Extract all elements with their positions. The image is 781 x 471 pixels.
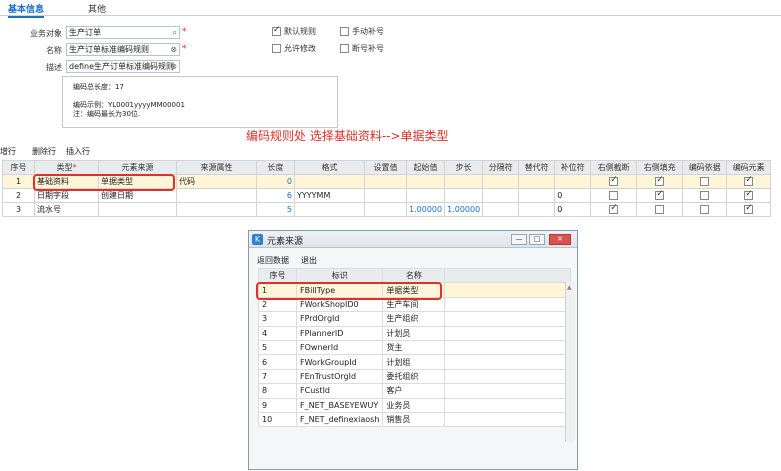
- right-fill-checkbox[interactable]: [655, 205, 665, 214]
- dialog-scrollbar[interactable]: ▲: [565, 282, 575, 442]
- default-rule-checkbox[interactable]: [272, 25, 281, 36]
- dialog-title: 元素来源: [267, 237, 304, 247]
- default-rule-option[interactable]: 默认规则: [272, 25, 316, 37]
- tab-other[interactable]: 其他: [88, 2, 106, 15]
- code-note: 注：编码最长为30位.: [73, 110, 141, 118]
- delete-row-button[interactable]: 删除行: [32, 146, 56, 157]
- allow-modify-checkbox[interactable]: [272, 44, 281, 53]
- minimize-icon[interactable]: —: [511, 234, 527, 245]
- scroll-up-icon[interactable]: ▲: [567, 284, 572, 291]
- header-element: 编码元素: [726, 160, 772, 175]
- list-item[interactable]: 7 FEnTrustOrgId 委托组织: [258, 368, 572, 385]
- tab-bar: 基本信息 其他: [0, 0, 781, 18]
- element-checkbox[interactable]: [744, 204, 754, 214]
- code-example: 编码示例：YL0001yyyyMM00001: [73, 101, 185, 109]
- language-icon[interactable]: ⊗: [170, 61, 177, 72]
- dialog-header-row: 序号 标识 名称: [258, 267, 572, 284]
- header-start: 起始值: [405, 160, 446, 175]
- grid-header-row: 序号 类型* 元素来源 来源属性 长度 格式 设置值 起始值 步长 分隔符 替代…: [2, 160, 772, 175]
- required-mark: *: [182, 27, 187, 37]
- desc-field[interactable]: define生产订单标准编码规则 ⊗: [66, 60, 180, 73]
- code-info-box: 编码总长度：17 编码示例：YL0001yyyyMM00001 注：编码最长为3…: [62, 76, 338, 128]
- list-item[interactable]: 8 FCustId 客户: [258, 383, 572, 399]
- language-icon[interactable]: ⊗: [170, 44, 177, 55]
- header-separator: 分隔符: [482, 160, 520, 175]
- list-item[interactable]: 4 FPlannerID 计划员: [258, 325, 572, 341]
- header-basis: 编码依据: [682, 160, 728, 175]
- dialog-header-id: 标识: [295, 267, 384, 284]
- app-icon: K: [252, 234, 263, 245]
- allow-modify-option[interactable]: 允许修改: [272, 43, 316, 54]
- highlight-box: [256, 282, 442, 300]
- return-data-button[interactable]: 返回数据: [257, 255, 289, 266]
- header-source: 元素来源: [98, 160, 177, 175]
- auto-fill-checkbox[interactable]: [340, 44, 349, 53]
- object-field[interactable]: 生产订单 ⌕: [66, 26, 180, 39]
- add-row-button[interactable]: 新增行: [0, 146, 16, 157]
- manual-fill-option[interactable]: 手动补号: [340, 26, 384, 37]
- maximize-icon[interactable]: □: [529, 234, 545, 245]
- object-value: 生产订单: [69, 28, 101, 37]
- tab-basic-info[interactable]: 基本信息: [8, 2, 45, 18]
- dialog-titlebar: K 元素来源 — □ ✕: [249, 231, 577, 248]
- right-fill-checkbox[interactable]: [655, 190, 665, 200]
- object-label: 业务对象: [30, 29, 62, 38]
- list-item[interactable]: 3 FPrdOrgId 生产组织: [258, 311, 572, 327]
- header-setvalue: 设置值: [364, 160, 407, 175]
- search-icon[interactable]: ⌕: [173, 27, 177, 38]
- header-attr: 来源属性: [176, 160, 257, 175]
- close-icon[interactable]: ✕: [549, 234, 571, 245]
- right-trunc-checkbox[interactable]: [609, 176, 619, 186]
- annotation-text: 编码规则处 选择基础资料-->单据类型: [246, 129, 449, 143]
- name-value: 生产订单标准编码规则: [69, 45, 149, 54]
- header-step: 步长: [444, 160, 484, 175]
- desc-label: 描述: [46, 63, 62, 72]
- right-trunc-checkbox[interactable]: [609, 191, 619, 200]
- name-label: 名称: [46, 46, 62, 55]
- basis-checkbox[interactable]: [700, 191, 710, 200]
- total-length: 编码总长度：17: [73, 83, 124, 91]
- header-right-fill: 右侧填充: [636, 160, 684, 175]
- list-item[interactable]: 6 FWorkGroupId 计划组: [258, 354, 572, 370]
- required-mark: *: [182, 44, 187, 54]
- header-type: 类型*: [34, 160, 99, 175]
- list-item[interactable]: 5 FOwnerId 货主: [258, 339, 572, 356]
- list-item[interactable]: 9 F_NET_BASEYEWUY 业务员: [258, 397, 572, 413]
- header-right-trunc: 右侧截断: [590, 160, 638, 175]
- basis-checkbox[interactable]: [700, 205, 710, 214]
- dialog-header-name: 名称: [382, 267, 446, 284]
- right-trunc-checkbox[interactable]: [609, 204, 619, 214]
- header-format: 格式: [294, 160, 365, 175]
- header-seq: 序号: [2, 160, 35, 175]
- exit-button[interactable]: 退出: [301, 255, 317, 266]
- table-row[interactable]: 3 流水号 5 1.00000 1.00000 0: [2, 202, 772, 217]
- dialog-header-seq: 序号: [258, 267, 297, 284]
- list-item[interactable]: 10 F_NET_definexiaosh 销售员: [258, 411, 572, 428]
- auto-fill-option[interactable]: 断号补号: [340, 43, 384, 54]
- insert-row-button[interactable]: 插入行: [66, 146, 90, 157]
- basis-checkbox[interactable]: [700, 177, 710, 186]
- header-pad: 补位符: [554, 160, 592, 175]
- header-length: 长度: [256, 160, 295, 175]
- element-checkbox[interactable]: [744, 190, 754, 200]
- desc-value: define生产订单标准编码规则: [69, 62, 175, 71]
- manual-fill-checkbox[interactable]: [340, 27, 349, 36]
- element-checkbox[interactable]: [744, 176, 754, 186]
- highlight-box: [33, 174, 175, 191]
- header-replace: 替代符: [518, 160, 556, 175]
- right-fill-checkbox[interactable]: [655, 176, 665, 186]
- name-field[interactable]: 生产订单标准编码规则 ⊗: [66, 43, 180, 56]
